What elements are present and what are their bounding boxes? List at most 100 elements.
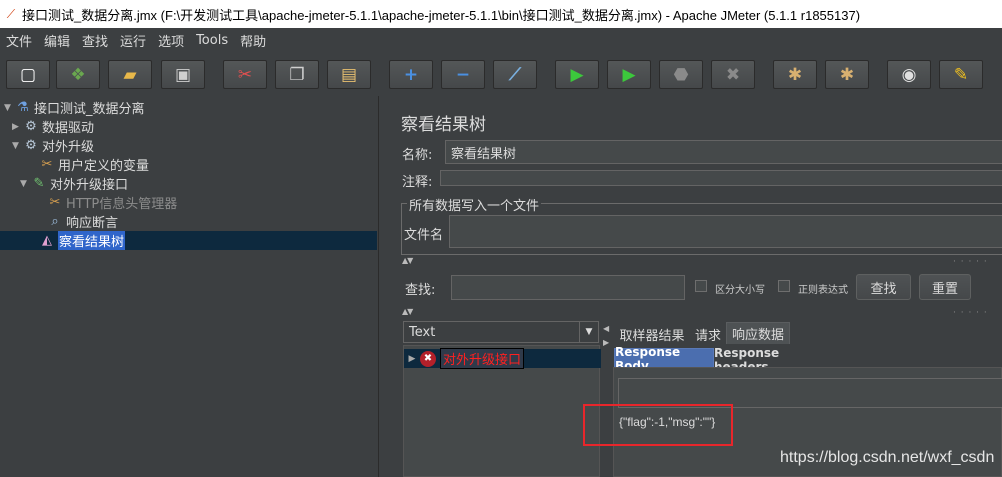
regex-checkbox[interactable] [778, 280, 790, 292]
clear-icon: ✱ [787, 64, 803, 85]
expand-button[interactable]: + [389, 60, 433, 89]
write-to-file-group-title: 所有数据写入一个文件 [407, 195, 542, 214]
test-plan-tree: ▼ ⚗ 接口测试_数据分离 ▶ ⚙ 数据驱动 ▼ ⚙ 对外升级 ✂ 用户定义的变量 ▼ ✎ 对外升级接口 ✂… [0, 96, 379, 477]
toolbar: ▢ ❖ ▰ ▣ ✂ ❐ ▤ + − ⟋ ▶ ▶ ⬣ ✖ ✱ ✱ ◉ ✎ [0, 52, 1002, 96]
menu-item[interactable]: 查找 [76, 31, 114, 50]
templates-icon: ❖ [70, 64, 86, 85]
menu-item[interactable]: 帮助 [234, 31, 272, 50]
name-field[interactable]: 察看结果树 [445, 140, 1002, 164]
clear-all-button[interactable]: ✱ [825, 60, 869, 89]
expanded-arrow-icon[interactable]: ▼ [4, 103, 15, 113]
expand-icon: + [403, 64, 419, 85]
divider-arrows-1[interactable]: ▲▼ [402, 256, 413, 265]
list-item[interactable]: ▶ ✖ 对外升级接口 [404, 348, 601, 369]
tab-request[interactable]: 请求 [690, 323, 726, 345]
collapse-icon: − [455, 64, 471, 85]
tree-item[interactable]: ◭ 察看结果树 [28, 231, 126, 250]
tree-item[interactable]: ▼ ⚙ 对外升级 [12, 136, 95, 156]
shutdown-icon: ✖ [725, 64, 741, 85]
collapse-button[interactable]: − [441, 60, 485, 89]
filename-field[interactable] [449, 215, 1002, 248]
search-icon: ◉ [901, 64, 917, 85]
collapse-left-icon[interactable]: ◀ [603, 324, 609, 333]
thread-group-icon: ⚙ [25, 118, 37, 134]
copy-button[interactable]: ❐ [275, 60, 319, 89]
tree-item[interactable]: ▶ ⚙ 数据驱动 [12, 117, 94, 137]
toggle-button[interactable]: ⟋ [493, 60, 537, 89]
expanded-arrow-icon[interactable]: ▼ [20, 179, 31, 189]
open-icon: ▰ [123, 64, 137, 85]
tab-response-data[interactable]: 响应数据 [726, 322, 790, 344]
start-no-pause-button[interactable]: ▶ [607, 60, 651, 89]
expand-arrow-icon[interactable]: ▶ [404, 354, 420, 364]
collapsed-arrow-icon[interactable]: ▶ [12, 122, 23, 132]
main-splitter[interactable] [379, 96, 392, 477]
copy-icon: ❐ [289, 64, 305, 85]
start-button[interactable]: ▶ [555, 60, 599, 89]
menu-item[interactable]: Tools [190, 33, 234, 48]
reset-search-button[interactable]: ✎ [939, 60, 983, 89]
clear-all-icon: ✱ [839, 64, 855, 85]
error-icon: ✖ [420, 350, 436, 367]
stop-icon: ⬣ [673, 64, 689, 85]
tree-item-label: 响应断言 [66, 216, 119, 231]
open-button[interactable]: ▰ [108, 60, 152, 89]
search-input[interactable] [451, 275, 685, 300]
shutdown-button[interactable]: ✖ [711, 60, 755, 89]
config-element-icon: ✂ [49, 194, 61, 210]
comment-field[interactable] [440, 170, 1002, 186]
renderer-select[interactable]: Text ▼ [403, 321, 599, 343]
tree-item[interactable]: ✂ 用户定义的变量 [28, 155, 149, 175]
tab-sampler-result[interactable]: 取样器结果 [614, 323, 690, 345]
chevron-down-icon[interactable]: ▼ [579, 322, 598, 342]
comment-label: 注释: [402, 175, 433, 190]
cut-icon: ✂ [237, 64, 253, 85]
tree-item[interactable]: ▼ ✎ 对外升级接口 [20, 174, 129, 194]
panel-title: 察看结果树 [401, 115, 486, 135]
menu-bar: 文件 编辑 查找 运行 选项 Tools 帮助 [0, 28, 1002, 52]
jmeter-feather-icon: ⟋ [6, 6, 16, 21]
reset-search-icon: ✎ [953, 64, 969, 85]
sampler-icon: ✎ [33, 175, 45, 191]
collapse-right-icon[interactable]: ▶ [603, 338, 609, 347]
tree-item[interactable]: ▼ ⚗ 接口测试_数据分离 [4, 98, 145, 118]
name-field-value: 察看结果树 [451, 146, 517, 162]
menu-item[interactable]: 编辑 [38, 31, 76, 50]
test-plan-icon: ⚗ [17, 99, 29, 115]
divider-grip-2[interactable]: · · · · · [953, 308, 988, 318]
clear-button[interactable]: ✱ [773, 60, 817, 89]
menu-item[interactable]: 运行 [114, 31, 152, 50]
toggle-icon: ⟋ [509, 64, 521, 85]
filename-label: 文件名 [404, 228, 444, 243]
case-sensitive-label: 区分大小写 [715, 285, 765, 296]
window-title: 接口测试_数据分离.jmx (F:\开发测试工具\apache-jmeter-5… [22, 7, 861, 23]
stop-button[interactable]: ⬣ [659, 60, 703, 89]
sample-result-list: ▶ ✖ 对外升级接口 [403, 345, 601, 477]
reset-button[interactable]: 重置 [919, 274, 971, 300]
case-sensitive-checkbox[interactable] [695, 280, 707, 292]
start-no-pause-icon: ▶ [622, 64, 636, 85]
cut-button[interactable]: ✂ [223, 60, 267, 89]
search-button[interactable]: 查找 [856, 274, 911, 300]
results-splitter[interactable]: ◀ ▶ [601, 321, 613, 477]
tree-item-label: 接口测试_数据分离 [34, 102, 145, 117]
divider-arrows-2[interactable]: ▲▼ [402, 307, 413, 316]
expanded-arrow-icon[interactable]: ▼ [12, 141, 23, 151]
result-item-label: 对外升级接口 [440, 348, 525, 369]
divider-grip-1[interactable]: · · · · · [953, 257, 988, 267]
search-button[interactable]: ◉ [887, 60, 931, 89]
save-button[interactable]: ▣ [161, 60, 205, 89]
menu-item[interactable]: 选项 [152, 31, 190, 50]
paste-button[interactable]: ▤ [327, 60, 371, 89]
new-button[interactable]: ▢ [6, 60, 50, 89]
tree-item-label: 对外升级 [42, 140, 95, 155]
regex-label: 正则表达式 [798, 285, 848, 296]
new-icon: ▢ [19, 64, 37, 85]
tree-item-label: 对外升级接口 [50, 178, 129, 193]
templates-button[interactable]: ❖ [56, 60, 100, 89]
tree-item[interactable]: ⌕ 响应断言 [36, 212, 119, 232]
renderer-select-value: Text [409, 324, 436, 340]
tree-item[interactable]: ✂ HTTP信息头管理器 [36, 193, 178, 213]
save-icon: ▣ [174, 64, 192, 85]
menu-item[interactable]: 文件 [0, 31, 38, 50]
